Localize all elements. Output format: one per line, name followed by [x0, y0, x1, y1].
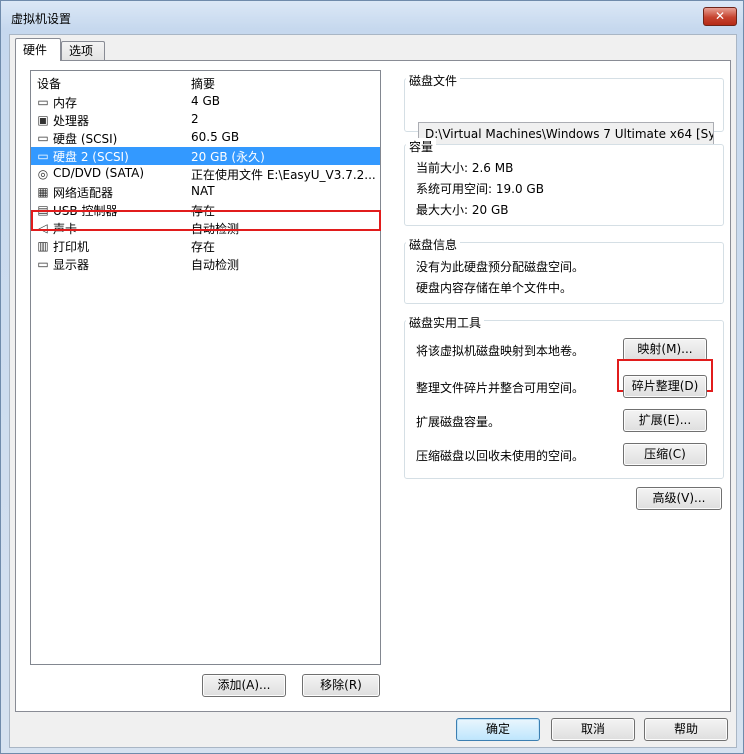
sound-card-icon: ◁ — [38, 221, 48, 235]
hard-disk-icon: ▭ — [37, 131, 49, 145]
device-summary: 存在 — [191, 240, 216, 254]
close-button[interactable]: ✕ — [703, 7, 737, 26]
defrag-description: 整理文件碎片并整合可用空间。 — [416, 381, 585, 395]
remove-device-button[interactable]: 移除(R) — [302, 674, 380, 697]
device-row-cd-dvd[interactable]: ◎ CD/DVD (SATA) 正在使用文件 E:\EasyU_V3.7.2..… — [31, 165, 380, 183]
device-row-usb-controller[interactable]: ▤ USB 控制器 存在 — [31, 201, 380, 219]
device-summary: 正在使用文件 E:\EasyU_V3.7.2.... — [191, 168, 377, 182]
disk-file-title: 磁盘文件 — [406, 72, 461, 89]
disk-file-field[interactable]: D:\Virtual Machines\Windows 7 Ultimate x… — [418, 122, 714, 145]
defragment-button[interactable]: 碎片整理(D) — [623, 375, 707, 398]
device-name: 硬盘 (SCSI) — [53, 132, 118, 146]
processor-icon: ▣ — [37, 113, 49, 127]
map-description: 将该虚拟机磁盘映射到本地卷。 — [416, 344, 585, 358]
compact-description: 压缩磁盘以回收未使用的空间。 — [416, 449, 585, 463]
help-button[interactable]: 帮助 — [644, 718, 728, 741]
advanced-button[interactable]: 高级(V)... — [636, 487, 722, 510]
usb-icon: ▤ — [37, 203, 49, 217]
cd-dvd-icon: ◎ — [37, 167, 49, 181]
ok-button[interactable]: 确定 — [456, 718, 540, 741]
device-row-network-adapter[interactable]: ▦ 网络适配器 NAT — [31, 183, 380, 201]
add-device-button[interactable]: 添加(A)... — [202, 674, 286, 697]
capacity-title: 容量 — [406, 138, 437, 155]
device-name: 网络适配器 — [53, 186, 114, 200]
column-summary[interactable]: 摘要 — [191, 75, 215, 92]
device-summary: 存在 — [191, 204, 216, 218]
device-row-printer[interactable]: ▥ 打印机 存在 — [31, 237, 380, 255]
device-summary: 自动检测 — [191, 222, 240, 236]
dialog-client: 硬件 选项 设备 摘要 ▭ 内存 4 GB ▣ 处理器 2 ▭ 硬盘 (SCSI… — [9, 34, 737, 748]
disk-info-line-2: 硬盘内容存储在单个文件中。 — [416, 281, 573, 295]
compact-button[interactable]: 压缩(C) — [623, 443, 707, 466]
hardware-tab-page: 设备 摘要 ▭ 内存 4 GB ▣ 处理器 2 ▭ 硬盘 (SCSI) 60.5… — [15, 60, 731, 712]
list-header: 设备 摘要 — [31, 71, 380, 91]
device-name: 声卡 — [53, 222, 78, 236]
memory-icon: ▭ — [37, 95, 49, 109]
device-summary: 60.5 GB — [191, 130, 240, 144]
window-title: 虚拟机设置 — [11, 12, 72, 26]
title-bar: 虚拟机设置 ✕ — [1, 1, 743, 35]
printer-icon: ▥ — [37, 239, 49, 253]
display-icon: ▭ — [37, 257, 49, 271]
expand-button[interactable]: 扩展(E)... — [623, 409, 707, 432]
close-icon: ✕ — [714, 9, 726, 23]
device-summary: 20 GB (永久) — [191, 150, 265, 164]
device-row-memory[interactable]: ▭ 内存 4 GB — [31, 93, 380, 111]
device-summary: 2 — [191, 112, 199, 126]
device-row-hard-disk[interactable]: ▭ 硬盘 (SCSI) 60.5 GB — [31, 129, 380, 147]
tab-hardware[interactable]: 硬件 — [15, 38, 61, 61]
device-name: USB 控制器 — [53, 204, 118, 218]
vm-settings-window: 虚拟机设置 ✕ 硬件 选项 设备 摘要 ▭ 内存 4 GB ▣ 处理器 2 ▭ … — [0, 0, 744, 754]
device-row-hard-disk-2[interactable]: ▭ 硬盘 2 (SCSI) 20 GB (永久) — [31, 147, 380, 165]
device-name: 处理器 — [53, 114, 90, 128]
network-adapter-icon: ▦ — [37, 185, 49, 199]
device-name: 显示器 — [53, 258, 90, 272]
device-row-processor[interactable]: ▣ 处理器 2 — [31, 111, 380, 129]
device-summary: 4 GB — [191, 94, 220, 108]
expand-description: 扩展磁盘容量。 — [416, 415, 501, 429]
device-row-sound-card[interactable]: ◁ 声卡 自动检测 — [31, 219, 380, 237]
device-name: CD/DVD (SATA) — [53, 166, 145, 180]
map-button[interactable]: 映射(M)... — [623, 338, 707, 361]
tab-options[interactable]: 选项 — [61, 41, 105, 61]
available-space-text: 系统可用空间: 19.0 GB — [416, 182, 544, 196]
disk-info-line-1: 没有为此硬盘预分配磁盘空间。 — [416, 260, 585, 274]
device-list[interactable]: 设备 摘要 ▭ 内存 4 GB ▣ 处理器 2 ▭ 硬盘 (SCSI) 60.5… — [30, 70, 381, 665]
device-row-display[interactable]: ▭ 显示器 自动检测 — [31, 255, 380, 273]
device-summary: NAT — [191, 184, 215, 198]
hard-disk-icon: ▭ — [37, 149, 49, 163]
device-summary: 自动检测 — [191, 258, 240, 272]
device-name: 打印机 — [53, 240, 90, 254]
device-name: 内存 — [53, 96, 78, 110]
max-size-text: 最大大小: 20 GB — [416, 203, 509, 217]
column-device[interactable]: 设备 — [37, 75, 61, 92]
disk-info-title: 磁盘信息 — [406, 236, 461, 253]
current-size-text: 当前大小: 2.6 MB — [416, 161, 514, 175]
device-name: 硬盘 2 (SCSI) — [53, 150, 129, 164]
cancel-button[interactable]: 取消 — [551, 718, 635, 741]
disk-utilities-title: 磁盘实用工具 — [406, 314, 485, 331]
